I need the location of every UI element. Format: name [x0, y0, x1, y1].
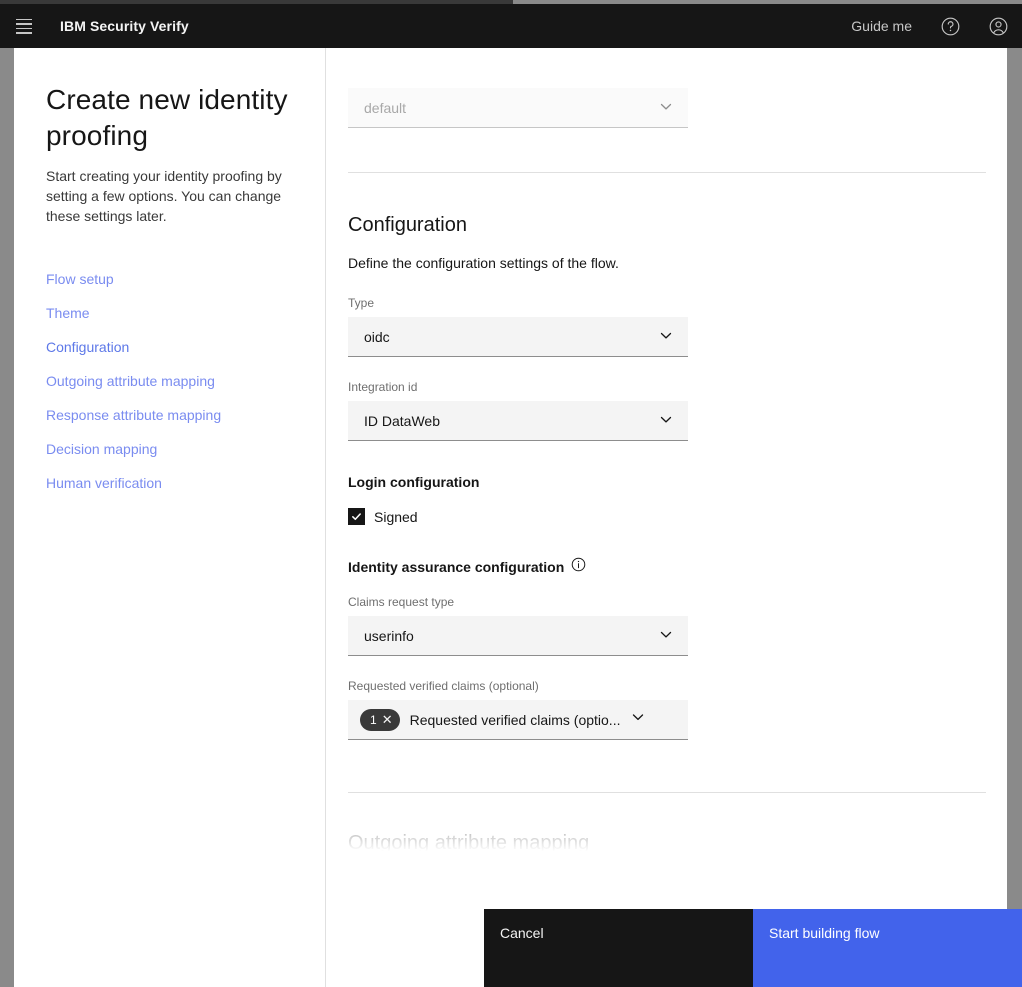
identity-assurance-group: Identity assurance configuration Claims … [348, 557, 985, 740]
sidebar-item-human-verification[interactable]: Human verification [46, 474, 297, 492]
modal-footer-actions: Cancel Start building flow [484, 909, 1022, 987]
signed-checkbox[interactable] [348, 508, 365, 525]
help-circle-icon[interactable] [926, 4, 974, 48]
information-circle-icon[interactable] [571, 557, 586, 576]
configuration-heading: Configuration [348, 211, 985, 239]
chevron-down-icon [658, 411, 674, 430]
configuration-section: Configuration Define the configuration s… [348, 211, 985, 740]
type-select[interactable]: oidc [348, 317, 688, 357]
user-avatar-icon[interactable] [974, 4, 1022, 48]
signed-checkbox-label: Signed [374, 509, 418, 525]
signed-checkbox-row[interactable]: Signed [348, 508, 985, 525]
selected-count-pill[interactable]: 1 ✕ [360, 709, 400, 731]
app-brand-title: IBM Security Verify [60, 18, 189, 34]
integration-id-field-row: Integration id ID DataWeb [348, 379, 688, 441]
sidebar-item-theme[interactable]: Theme [46, 304, 297, 322]
chevron-down-icon [658, 98, 674, 117]
requested-verified-claims-placeholder: Requested verified claims (optio... [410, 712, 621, 728]
theme-select-row: default [348, 88, 688, 128]
claims-request-type-row: Claims request type userinfo [348, 594, 688, 656]
claims-request-type-value: userinfo [364, 628, 414, 644]
close-icon[interactable]: ✕ [382, 713, 393, 726]
modal-content: default Configuration Define the configu… [326, 48, 1007, 987]
requested-verified-claims-row: Requested verified claims (optional) 1 ✕… [348, 678, 688, 740]
requested-verified-claims-multiselect[interactable]: 1 ✕ Requested verified claims (optio... [348, 700, 688, 740]
page-description: Start creating your identity proofing by… [46, 166, 297, 226]
configuration-description: Define the configuration settings of the… [348, 253, 985, 273]
integration-id-label: Integration id [348, 379, 688, 395]
claims-request-type-label: Claims request type [348, 594, 688, 610]
sidebar-item-flow-setup[interactable]: Flow setup [46, 270, 297, 288]
identity-assurance-heading-text: Identity assurance configuration [348, 558, 564, 576]
selected-count-value: 1 [370, 713, 377, 727]
start-building-flow-button[interactable]: Start building flow [753, 909, 1022, 987]
login-configuration-heading: Login configuration [348, 473, 985, 491]
sidebar-item-configuration[interactable]: Configuration [46, 338, 297, 356]
type-field-row: Type oidc [348, 295, 688, 357]
integration-id-select[interactable]: ID DataWeb [348, 401, 688, 441]
header-actions: Guide me [837, 4, 1022, 48]
sidebar-item-outgoing-attribute-mapping[interactable]: Outgoing attribute mapping [46, 372, 297, 390]
outgoing-attribute-mapping-heading: Outgoing attribute mapping [348, 829, 985, 857]
checkmark-icon [351, 511, 362, 522]
theme-select-value: default [364, 100, 406, 116]
section-divider-top [348, 172, 986, 173]
app-header: IBM Security Verify Guide me [0, 4, 1022, 48]
modal-scroll-area: default Configuration Define the configu… [326, 48, 1007, 987]
theme-select[interactable]: default [348, 88, 688, 128]
identity-assurance-heading: Identity assurance configuration [348, 557, 985, 576]
chevron-down-icon [658, 626, 674, 645]
integration-id-value: ID DataWeb [364, 413, 440, 429]
cancel-button[interactable]: Cancel [484, 909, 753, 987]
guide-me-button[interactable]: Guide me [837, 18, 926, 34]
hamburger-menu-icon[interactable] [0, 4, 48, 48]
login-configuration-group: Login configuration Signed [348, 473, 985, 525]
modal-sidebar: Create new identity proofing Start creat… [14, 48, 326, 987]
chevron-down-icon [658, 327, 674, 346]
sidebar-item-decision-mapping[interactable]: Decision mapping [46, 440, 297, 458]
claims-request-type-select[interactable]: userinfo [348, 616, 688, 656]
chevron-down-icon [630, 709, 646, 730]
outgoing-attribute-mapping-section: Outgoing attribute mapping [348, 829, 985, 857]
sidebar-item-response-attribute-mapping[interactable]: Response attribute mapping [46, 406, 297, 424]
section-divider-bottom [348, 792, 986, 793]
type-field-label: Type [348, 295, 688, 311]
page-title: Create new identity proofing [46, 82, 297, 154]
section-nav-list: Flow setup Theme Configuration Outgoing … [46, 270, 297, 492]
requested-verified-claims-label: Requested verified claims (optional) [348, 678, 688, 694]
type-select-value: oidc [364, 329, 390, 345]
create-identity-proofing-modal: Create new identity proofing Start creat… [14, 48, 1007, 987]
